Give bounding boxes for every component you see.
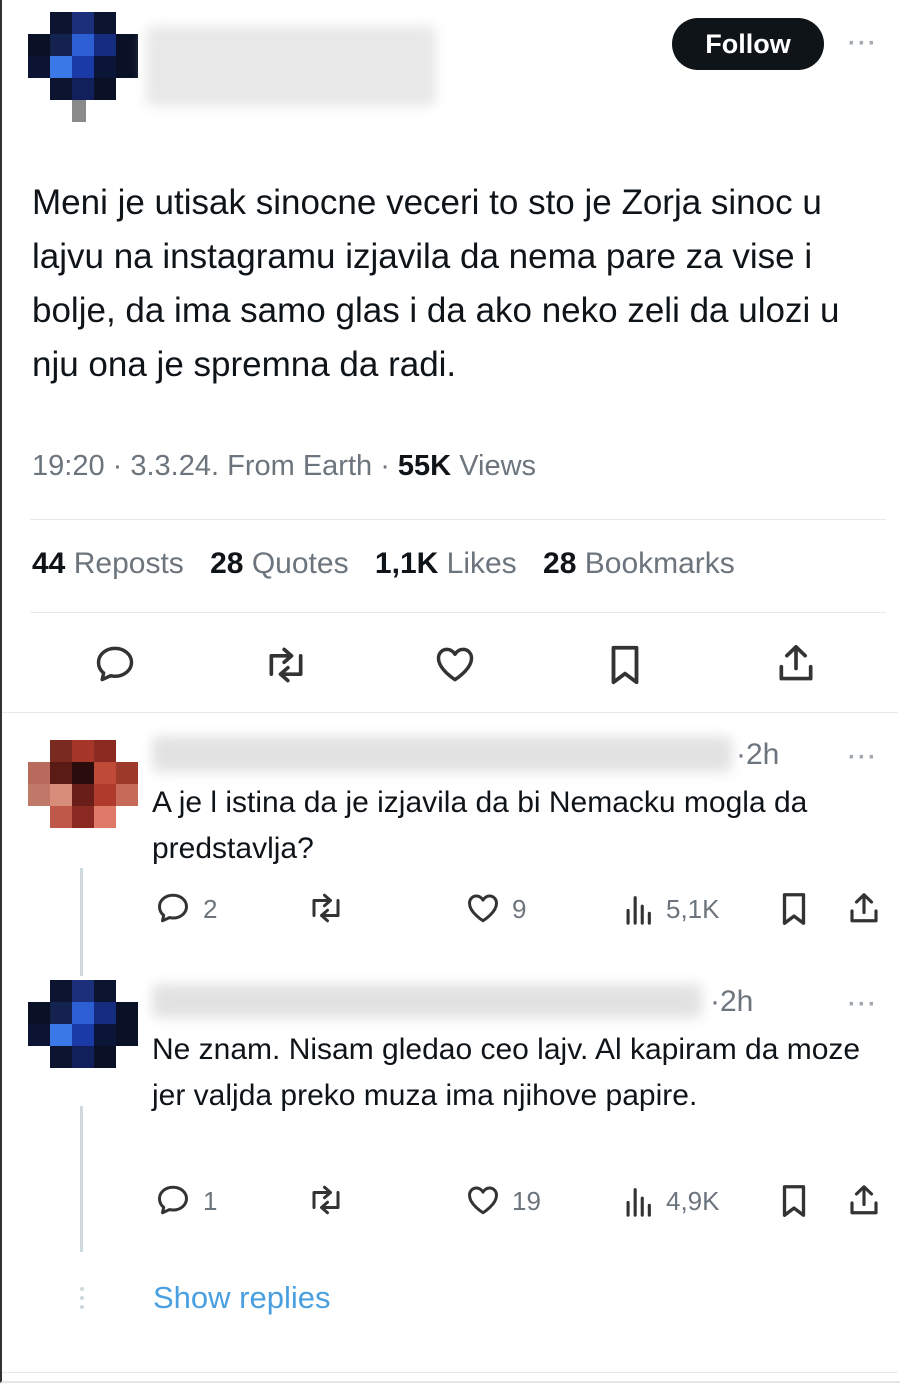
divider xyxy=(2,1372,898,1373)
like-count: 9 xyxy=(512,894,527,924)
divider xyxy=(2,712,898,713)
reply-count: 2 xyxy=(203,894,218,924)
tweet-source: From Earth xyxy=(227,450,373,482)
tweet-time[interactable]: 19:20 xyxy=(32,450,105,482)
tweet-text: Meni je utisak sinocne veceri to sto je … xyxy=(32,183,840,384)
like-icon[interactable] xyxy=(432,642,478,686)
like-icon[interactable] xyxy=(464,1182,502,1218)
reply-avatar[interactable] xyxy=(28,740,138,850)
views-icon[interactable] xyxy=(622,892,654,926)
tweet-stats: 44 Reposts 28 Quotes 1,1K Likes 28 Bookm… xyxy=(32,547,753,581)
divider xyxy=(30,612,886,613)
views-count: 4,9K xyxy=(666,1186,720,1216)
views-icon[interactable] xyxy=(622,1184,654,1218)
repost-icon[interactable] xyxy=(306,890,346,926)
like-icon[interactable] xyxy=(464,890,502,926)
reply-icon[interactable] xyxy=(155,890,191,926)
thread-dots xyxy=(80,1287,84,1314)
bookmark-icon[interactable] xyxy=(778,890,810,928)
reply-time[interactable]: ·2h xyxy=(710,985,753,1019)
views-count: 5,1K xyxy=(666,894,720,924)
show-replies-link[interactable]: Show replies xyxy=(153,1280,330,1316)
bookmarks-stat[interactable]: 28 Bookmarks xyxy=(543,547,735,580)
like-count: 19 xyxy=(512,1186,541,1216)
likes-stat[interactable]: 1,1K Likes xyxy=(375,547,517,580)
reply-time[interactable]: ·2h xyxy=(736,738,779,772)
bookmark-icon[interactable] xyxy=(778,1182,810,1220)
more-icon[interactable]: ··· xyxy=(848,744,878,772)
author-name-blurred[interactable] xyxy=(146,26,436,106)
reply-icon[interactable] xyxy=(155,1182,191,1218)
reply-icon[interactable] xyxy=(93,642,137,686)
more-icon[interactable]: ··· xyxy=(848,991,878,1019)
views-count: 55K xyxy=(397,450,452,482)
reply-text: Ne znam. Nisam gledao ceo lajv. Al kapir… xyxy=(152,1033,861,1112)
follow-button[interactable]: Follow xyxy=(672,18,824,70)
share-icon[interactable] xyxy=(846,1181,882,1219)
author-avatar[interactable] xyxy=(28,12,138,122)
thread-line xyxy=(80,1106,83,1252)
reposts-stat[interactable]: 44 Reposts xyxy=(32,547,184,580)
reply-text: A je l istina da je izjavila da bi Nemac… xyxy=(152,786,808,865)
tweet-meta: 19:20 · 3.3.24. From Earth · 55K Views xyxy=(32,450,537,482)
reply-author-blurred[interactable] xyxy=(152,984,702,1018)
share-icon[interactable] xyxy=(774,640,818,686)
bookmark-icon[interactable] xyxy=(605,642,645,688)
more-icon[interactable]: ··· xyxy=(848,30,878,58)
quotes-stat[interactable]: 28 Quotes xyxy=(210,547,348,580)
repost-icon[interactable] xyxy=(306,1182,346,1218)
reply-avatar[interactable] xyxy=(28,980,138,1090)
reply-author-blurred[interactable] xyxy=(152,736,732,772)
share-icon[interactable] xyxy=(846,889,882,927)
reply-count: 1 xyxy=(203,1186,218,1216)
tweet-date[interactable]: 3.3.24. xyxy=(130,450,219,482)
divider xyxy=(30,519,886,520)
views-label: Views xyxy=(459,450,537,482)
repost-icon[interactable] xyxy=(262,643,310,687)
thread-line xyxy=(80,868,83,976)
